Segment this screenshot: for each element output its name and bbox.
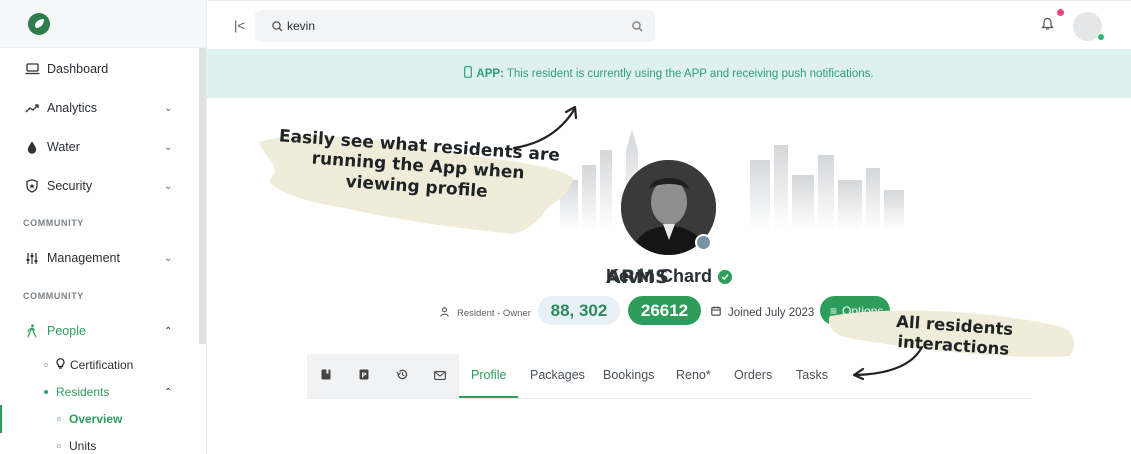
chevron-down-icon: ⌄ <box>164 252 173 264</box>
app-status-banner: APP: This resident is currently using th… <box>207 49 1131 98</box>
sidebar-item-dashboard[interactable]: Dashboard <box>0 58 200 80</box>
search-icon <box>272 19 283 37</box>
sidebar-item-label: Water <box>47 140 80 154</box>
person-icon <box>440 307 449 320</box>
annotation-arrow-left <box>852 345 924 381</box>
notebook-icon <box>321 367 331 385</box>
app-root: ARMS Dashboard Analytics ⌄ Water ⌄ Secur… <box>0 0 1131 454</box>
subitem-label: Overview <box>69 412 123 426</box>
tab-history[interactable] <box>383 354 421 398</box>
bullet-icon <box>44 390 48 394</box>
tab-parking[interactable]: P <box>345 354 383 398</box>
sidebar-item-label: Security <box>47 179 93 193</box>
sidebar-item-security[interactable]: Security ⌄ <box>0 175 200 197</box>
annotation-arrow-up <box>512 105 578 150</box>
section-label-community: COMMUNITY <box>23 291 84 301</box>
role-text: Resident - Owner <box>457 308 531 319</box>
search-input[interactable] <box>287 17 617 35</box>
sidebar-scrollbar[interactable] <box>199 48 206 344</box>
sidebar-item-analytics[interactable]: Analytics ⌄ <box>0 97 200 119</box>
collapse-sidebar-icon[interactable]: |< <box>234 18 245 33</box>
bulb-icon <box>56 358 65 372</box>
history-icon <box>396 367 408 385</box>
mail-icon <box>434 367 446 385</box>
chevron-up-icon: ⌃ <box>164 325 173 337</box>
resident-role: Resident - Owner <box>440 307 531 320</box>
tab-notes[interactable] <box>307 354 345 398</box>
icon-tabs: P <box>307 354 459 398</box>
app-status-dot <box>695 234 712 251</box>
tab-messages[interactable] <box>421 354 459 398</box>
tab-tasks[interactable]: Tasks <box>796 368 828 382</box>
points-pill: 26612 <box>628 296 701 325</box>
joined-date: Joined July 2023 <box>711 306 814 319</box>
topbar: |< <box>207 0 1131 49</box>
sidebar-item-management[interactable]: Management ⌄ <box>0 247 200 269</box>
brand[interactable]: ARMS <box>0 0 669 288</box>
tab-orders[interactable]: Orders <box>734 368 772 382</box>
sidebar: ARMS Dashboard Analytics ⌄ Water ⌄ Secur… <box>0 0 669 454</box>
resident-name: Kevin Chard <box>606 266 733 287</box>
search-box[interactable] <box>255 10 655 42</box>
user-avatar[interactable] <box>1073 12 1105 41</box>
chevron-down-icon: ⌄ <box>164 102 173 114</box>
sidebar-subitem-overview[interactable]: Overview <box>57 412 122 426</box>
phone-icon <box>464 66 473 81</box>
notification-bell-icon[interactable] <box>1041 9 1064 36</box>
sliders-icon <box>24 250 40 266</box>
sidebar-item-label: Dashboard <box>47 62 109 76</box>
bullet-icon <box>57 444 61 448</box>
svg-text:P: P <box>361 371 366 379</box>
sidebar-item-people[interactable]: People ⌃ <box>0 320 200 342</box>
bullet-icon <box>57 417 61 421</box>
online-status-dot <box>1097 33 1105 41</box>
tabs-divider <box>307 398 1031 399</box>
subitem-label: Certification <box>70 358 134 372</box>
sidebar-item-water[interactable]: Water ⌄ <box>0 136 200 158</box>
skyline-background <box>560 130 904 230</box>
shield-icon <box>24 178 40 194</box>
search-submit-icon[interactable] <box>632 19 643 37</box>
subitem-label: Units <box>69 439 97 453</box>
sidebar-item-label: Analytics <box>47 101 98 115</box>
subitem-label: Residents <box>56 385 110 399</box>
unit-id-pill: 88, 302 <box>538 296 620 325</box>
banner-text: This resident is currently using the APP… <box>506 67 874 80</box>
tab-profile[interactable]: Profile <box>471 368 506 382</box>
laptop-icon <box>24 61 40 77</box>
verified-check-icon <box>718 269 733 284</box>
bullet-icon <box>44 363 48 367</box>
sidebar-subitem-residents[interactable]: Residents ⌃ <box>44 385 194 399</box>
chevron-down-icon: ⌄ <box>164 141 173 153</box>
tab-reno[interactable]: Reno* <box>676 368 711 382</box>
calendar-icon <box>711 306 721 319</box>
active-indicator <box>0 405 2 433</box>
notification-dot <box>1057 9 1064 16</box>
sidebar-item-label: People <box>47 324 86 338</box>
droplet-icon <box>24 139 40 155</box>
sidebar-item-label: Management <box>47 251 120 265</box>
section-label-community: COMMUNITY <box>23 218 84 228</box>
arms-logo-icon <box>28 12 50 35</box>
sidebar-subitem-units[interactable]: Units <box>57 439 96 453</box>
joined-text: Joined July 2023 <box>728 306 815 319</box>
chevron-up-icon: ⌃ <box>164 386 173 398</box>
banner-prefix: APP: <box>476 67 504 80</box>
resident-name-text: Kevin Chard <box>606 266 713 286</box>
trend-icon <box>24 100 40 116</box>
tab-packages[interactable]: Packages <box>530 368 585 382</box>
parking-icon: P <box>359 367 369 385</box>
chevron-down-icon: ⌄ <box>164 180 173 192</box>
sidebar-subitem-certification[interactable]: Certification <box>44 358 133 372</box>
tab-bookings[interactable]: Bookings <box>603 368 654 382</box>
person-walk-icon <box>24 323 40 339</box>
